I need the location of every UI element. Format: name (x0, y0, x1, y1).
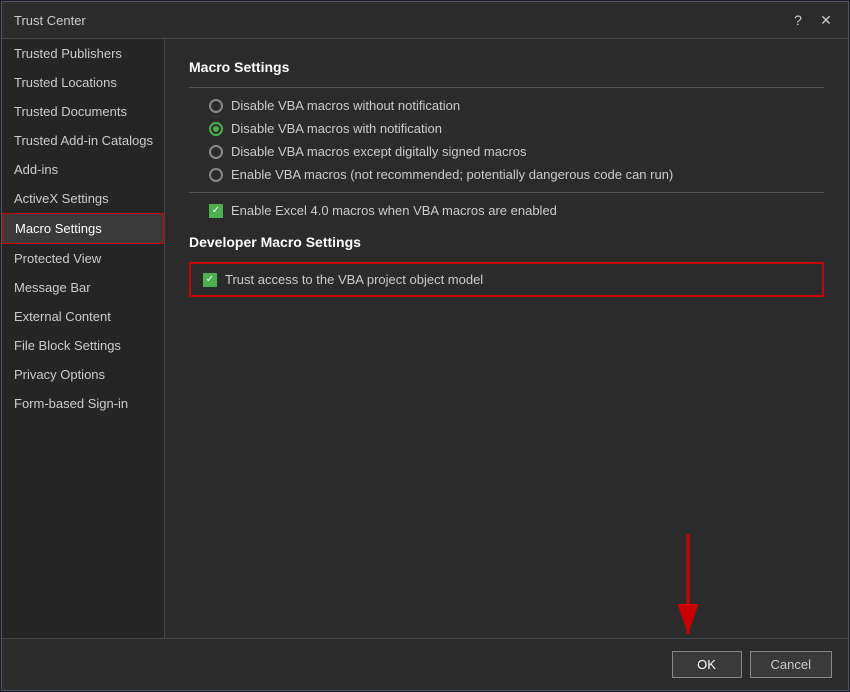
title-bar: Trust Center ? ✕ (2, 2, 848, 39)
title-bar-controls: ? ✕ (788, 10, 836, 30)
sidebar-item-form-based-sign-in[interactable]: Form-based Sign-in (2, 389, 164, 418)
sidebar: Trusted PublishersTrusted LocationsTrust… (2, 39, 165, 638)
bottom-divider (189, 192, 824, 193)
sidebar-item-message-bar[interactable]: Message Bar (2, 273, 164, 302)
excel-macro-row[interactable]: Enable Excel 4.0 macros when VBA macros … (209, 203, 824, 218)
radio-circle-enable-vba (209, 168, 223, 182)
main-content: Macro Settings Disable VBA macros withou… (165, 39, 848, 638)
radio-disable-except-signed[interactable]: Disable VBA macros except digitally sign… (209, 144, 824, 159)
radio-circle-disable-no-notify (209, 99, 223, 113)
vba-trust-label: Trust access to the VBA project object m… (225, 272, 483, 287)
top-divider (189, 87, 824, 88)
sidebar-item-privacy-options[interactable]: Privacy Options (2, 360, 164, 389)
sidebar-item-add-ins[interactable]: Add-ins (2, 155, 164, 184)
radio-disable-no-notify[interactable]: Disable VBA macros without notification (209, 98, 824, 113)
excel-macro-label: Enable Excel 4.0 macros when VBA macros … (231, 203, 557, 218)
sidebar-item-macro-settings[interactable]: Macro Settings (2, 213, 164, 244)
ok-button[interactable]: OK (672, 651, 742, 678)
help-button[interactable]: ? (788, 10, 808, 30)
sidebar-item-activex-settings[interactable]: ActiveX Settings (2, 184, 164, 213)
radio-enable-vba[interactable]: Enable VBA macros (not recommended; pote… (209, 167, 824, 182)
sidebar-item-external-content[interactable]: External Content (2, 302, 164, 331)
sidebar-item-trusted-add-in-catalogs[interactable]: Trusted Add-in Catalogs (2, 126, 164, 155)
radio-circle-disable-notify (209, 122, 223, 136)
trust-center-dialog: Trust Center ? ✕ Trusted PublishersTrust… (1, 1, 849, 691)
dialog-footer: OK Cancel (2, 638, 848, 690)
radio-label-enable-vba: Enable VBA macros (not recommended; pote… (231, 167, 673, 182)
sidebar-item-trusted-publishers[interactable]: Trusted Publishers (2, 39, 164, 68)
sidebar-item-protected-view[interactable]: Protected View (2, 244, 164, 273)
excel-macro-checkbox[interactable] (209, 204, 223, 218)
sidebar-item-trusted-locations[interactable]: Trusted Locations (2, 68, 164, 97)
radio-circle-disable-except-signed (209, 145, 223, 159)
radio-label-disable-except-signed: Disable VBA macros except digitally sign… (231, 144, 527, 159)
radio-disable-notify[interactable]: Disable VBA macros with notification (209, 121, 824, 136)
cancel-button[interactable]: Cancel (750, 651, 832, 678)
developer-section-title: Developer Macro Settings (189, 234, 824, 250)
vba-trust-checkbox[interactable] (203, 273, 217, 287)
sidebar-item-file-block-settings[interactable]: File Block Settings (2, 331, 164, 360)
radio-group: Disable VBA macros without notification D… (209, 98, 824, 182)
radio-label-disable-no-notify: Disable VBA macros without notification (231, 98, 460, 113)
close-button[interactable]: ✕ (816, 10, 836, 30)
section-title: Macro Settings (189, 59, 824, 75)
dialog-body: Trusted PublishersTrusted LocationsTrust… (2, 39, 848, 638)
developer-box: Trust access to the VBA project object m… (189, 262, 824, 297)
sidebar-item-trusted-documents[interactable]: Trusted Documents (2, 97, 164, 126)
radio-label-disable-notify: Disable VBA macros with notification (231, 121, 442, 136)
dialog-title: Trust Center (14, 13, 86, 28)
developer-section: Developer Macro Settings Trust access to… (189, 234, 824, 297)
